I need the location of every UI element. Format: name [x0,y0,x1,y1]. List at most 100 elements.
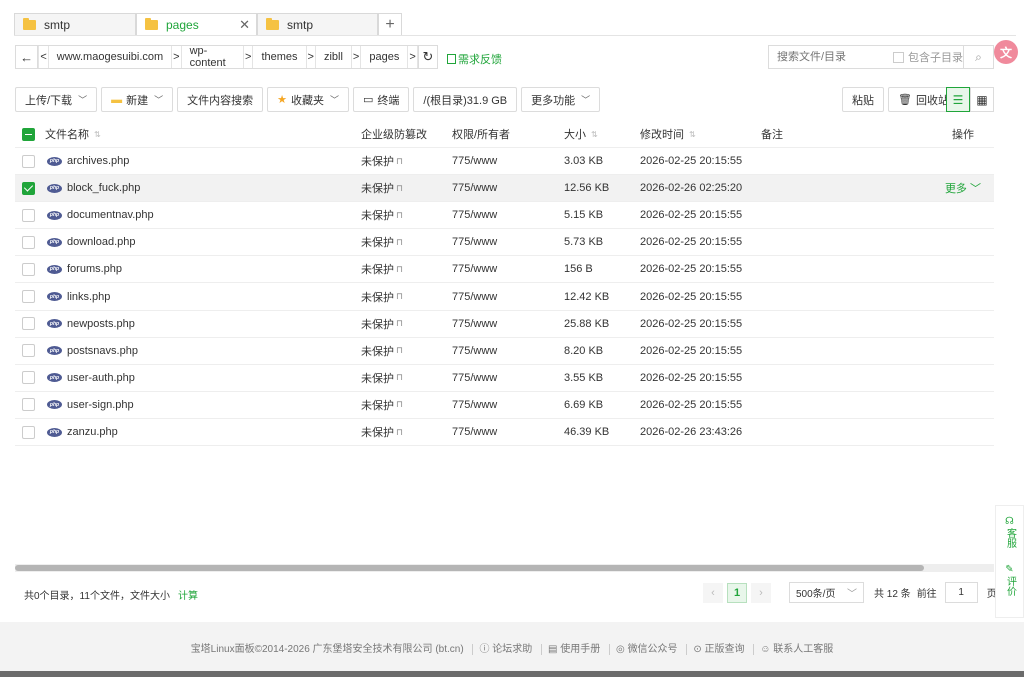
include-subdir-checkbox[interactable] [893,51,904,63]
permission[interactable]: 775/www [452,399,497,411]
permission[interactable]: 775/www [452,318,497,330]
row-checkbox[interactable] [22,181,35,195]
protect-status[interactable]: 未保护 ⊓ [361,343,403,359]
row-checkbox[interactable] [22,317,35,331]
protect-status[interactable]: 未保护 ⊓ [361,316,403,332]
table-row[interactable]: php forums.php 未保护 ⊓ 775/www 156 B 2026-02-25 … [15,256,994,284]
more-actions-button[interactable]: 更多 ﹀ [945,180,981,196]
protect-status[interactable]: 未保护 ⊓ [361,397,403,413]
file-name[interactable]: user-auth.php [67,372,135,384]
file-name[interactable]: documentnav.php [67,209,154,221]
file-name[interactable]: zanzu.php [67,426,118,438]
header-name[interactable]: 文件名称 ⇅ [45,126,101,142]
permission[interactable]: 775/www [452,182,497,194]
search-icon[interactable]: ⌕ [963,46,993,68]
row-checkbox[interactable] [22,371,35,385]
header-mtime[interactable]: 修改时间 ⇅ [640,126,696,142]
table-row[interactable]: php user-sign.php 未保护 ⊓ 775/www 6.69 KB 2026-0… [15,392,994,419]
chevron-left-icon[interactable]: < [38,46,49,68]
breadcrumb-item[interactable]: wp-content [182,45,243,69]
file-name[interactable]: links.php [67,291,110,303]
file-name[interactable]: block_fuck.php [67,182,140,194]
manual-link[interactable]: ▤ 使用手册 [541,644,601,655]
table-row[interactable]: php links.php 未保护 ⊓ 775/www 12.42 KB 2026-02-2… [15,284,994,311]
permission[interactable]: 775/www [452,263,497,275]
scrollbar-thumb[interactable] [15,565,924,571]
permission[interactable]: 775/www [452,236,497,248]
file-name[interactable]: forums.php [67,263,122,275]
feedback-link[interactable]: 需求反馈 [447,51,502,67]
add-tab-button[interactable]: + [378,13,402,36]
customer-service-button[interactable]: ☊ 客服 [1004,516,1016,548]
row-checkbox[interactable] [22,262,35,276]
table-row[interactable]: php documentnav.php 未保护 ⊓ 775/www 5.15 KB 2026… [15,202,994,230]
protect-status[interactable]: 未保护 ⊓ [361,180,403,196]
content-search-button[interactable]: 文件内容搜索 [177,87,264,112]
breadcrumb-item[interactable]: zibll [316,51,351,63]
prev-page-icon[interactable]: ‹ [703,582,723,603]
search-input[interactable] [769,51,889,63]
calculate-link[interactable]: 计算 [178,587,198,602]
table-row[interactable]: php archives.php 未保护 ⊓ 775/www 3.03 KB 2026-02… [15,148,994,175]
protect-status[interactable]: 未保护 ⊓ [361,153,403,169]
include-subdir-toggle[interactable]: 包含子目录 [893,49,963,65]
floating-avatar[interactable]: 文 [994,40,1018,64]
table-row[interactable]: php newposts.php 未保护 ⊓ 775/www 25.88 KB 2026-0… [15,311,994,338]
tab-smtp-2[interactable]: smtp [257,13,378,36]
review-button[interactable]: ✎ 评价 [1004,564,1016,596]
new-button[interactable]: ▬ 新建 ﹀ [101,87,174,112]
permission[interactable]: 775/www [452,372,497,384]
grid-view-icon[interactable]: ▦ [970,87,994,112]
protect-status[interactable]: 未保护 ⊓ [361,370,403,386]
wechat-link[interactable]: ◎ 微信公众号 [609,644,678,655]
chevron-right-icon[interactable]: > [350,46,362,68]
protect-status[interactable]: 未保护 ⊓ [361,234,403,250]
protect-status[interactable]: 未保护 ⊓ [361,261,403,277]
chevron-right-icon[interactable]: > [407,46,418,68]
page-number[interactable]: 1 [727,582,747,603]
breadcrumb-item[interactable]: pages [361,51,407,63]
file-name[interactable]: download.php [67,236,136,248]
select-all-checkbox[interactable] [22,127,35,141]
row-checkbox[interactable] [22,398,35,412]
row-checkbox[interactable] [22,235,35,249]
table-row[interactable]: php download.php 未保护 ⊓ 775/www 5.73 KB 2026-02… [15,229,994,257]
chevron-right-icon[interactable]: > [305,46,316,68]
breadcrumb-item[interactable]: themes [253,51,305,63]
tab-smtp-1[interactable]: smtp [14,13,136,36]
table-row[interactable]: php postsnavs.php 未保护 ⊓ 775/www 8.20 KB 2026-0… [15,338,994,365]
forum-link[interactable]: ⓘ 论坛求助 [472,644,533,655]
page-size-select[interactable]: 500条/页 ﹀ [789,582,864,603]
close-icon[interactable]: ✕ [239,17,250,33]
file-name[interactable]: newposts.php [67,318,135,330]
permission[interactable]: 775/www [452,345,497,357]
file-name[interactable]: postsnavs.php [67,345,138,357]
genuine-check-link[interactable]: ⊙ 正版查询 [686,644,745,655]
list-view-icon[interactable]: ☰ [946,87,970,112]
permission[interactable]: 775/www [452,155,497,167]
header-size[interactable]: 大小 ⇅ [564,126,598,142]
row-checkbox[interactable] [22,425,35,439]
table-row[interactable]: php user-auth.php 未保护 ⊓ 775/www 3.55 KB 2026-0… [15,365,994,392]
disk-button[interactable]: /(根目录)31.9 GB [413,87,518,112]
permission[interactable]: 775/www [452,291,497,303]
goto-page-input[interactable]: 1 [944,582,978,603]
table-row[interactable]: php zanzu.php 未保护 ⊓ 775/www 46.39 KB 2026-02-2… [15,419,994,446]
next-page-icon[interactable]: › [751,582,771,603]
row-checkbox[interactable] [22,344,35,358]
row-checkbox[interactable] [22,290,35,303]
refresh-icon[interactable]: ↻ [417,46,437,68]
file-name[interactable]: user-sign.php [67,399,134,411]
tab-pages[interactable]: pages ✕ [136,13,257,36]
upload-download-button[interactable]: 上传/下载 ﹀ [15,87,98,112]
favorites-button[interactable]: ★ 收藏夹 ﹀ [267,87,349,112]
protect-status[interactable]: 未保护 ⊓ [361,424,403,440]
back-arrow-icon[interactable]: ← [16,46,39,68]
row-checkbox[interactable] [22,208,35,222]
file-name[interactable]: archives.php [67,155,129,167]
horizontal-scrollbar[interactable] [15,564,994,572]
permission[interactable]: 775/www [452,209,497,221]
terminal-button[interactable]: ▭ 终端 [352,87,410,112]
chevron-right-icon[interactable]: > [243,46,254,68]
more-functions-button[interactable]: 更多功能 ﹀ [521,87,601,112]
